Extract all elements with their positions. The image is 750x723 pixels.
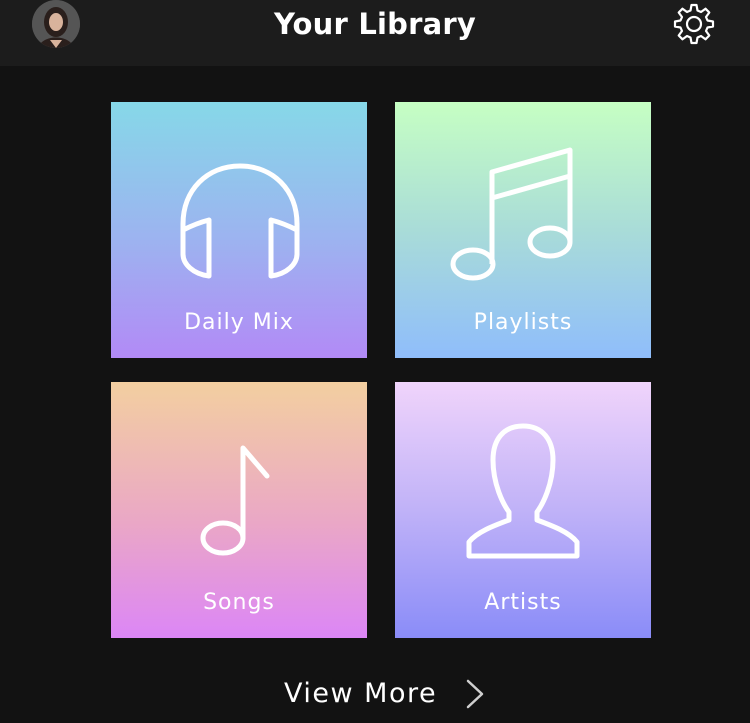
view-more-button[interactable]: View More <box>270 672 500 716</box>
music-notes-icon <box>450 147 573 281</box>
gear-icon <box>673 3 715 45</box>
tile-label-daily-mix: Daily Mix <box>184 310 294 335</box>
settings-button[interactable] <box>672 2 716 46</box>
tile-playlists[interactable]: Playlists <box>395 102 651 358</box>
chevron-right-icon <box>466 679 484 709</box>
tile-artists[interactable]: Artists <box>395 382 651 638</box>
tile-label-playlists: Playlists <box>473 310 573 335</box>
music-note-icon <box>200 445 270 556</box>
tile-label-songs: Songs <box>203 590 275 615</box>
page-title: Your Library <box>274 7 476 41</box>
tile-label-artists: Artists <box>484 590 562 615</box>
person-icon <box>466 423 580 559</box>
view-more-label: View More <box>284 678 438 709</box>
tile-daily-mix[interactable]: Daily Mix <box>111 102 367 358</box>
header-bar: Your Library <box>0 0 750 66</box>
headphones-icon <box>180 163 300 279</box>
tile-songs[interactable]: Songs <box>111 382 367 638</box>
